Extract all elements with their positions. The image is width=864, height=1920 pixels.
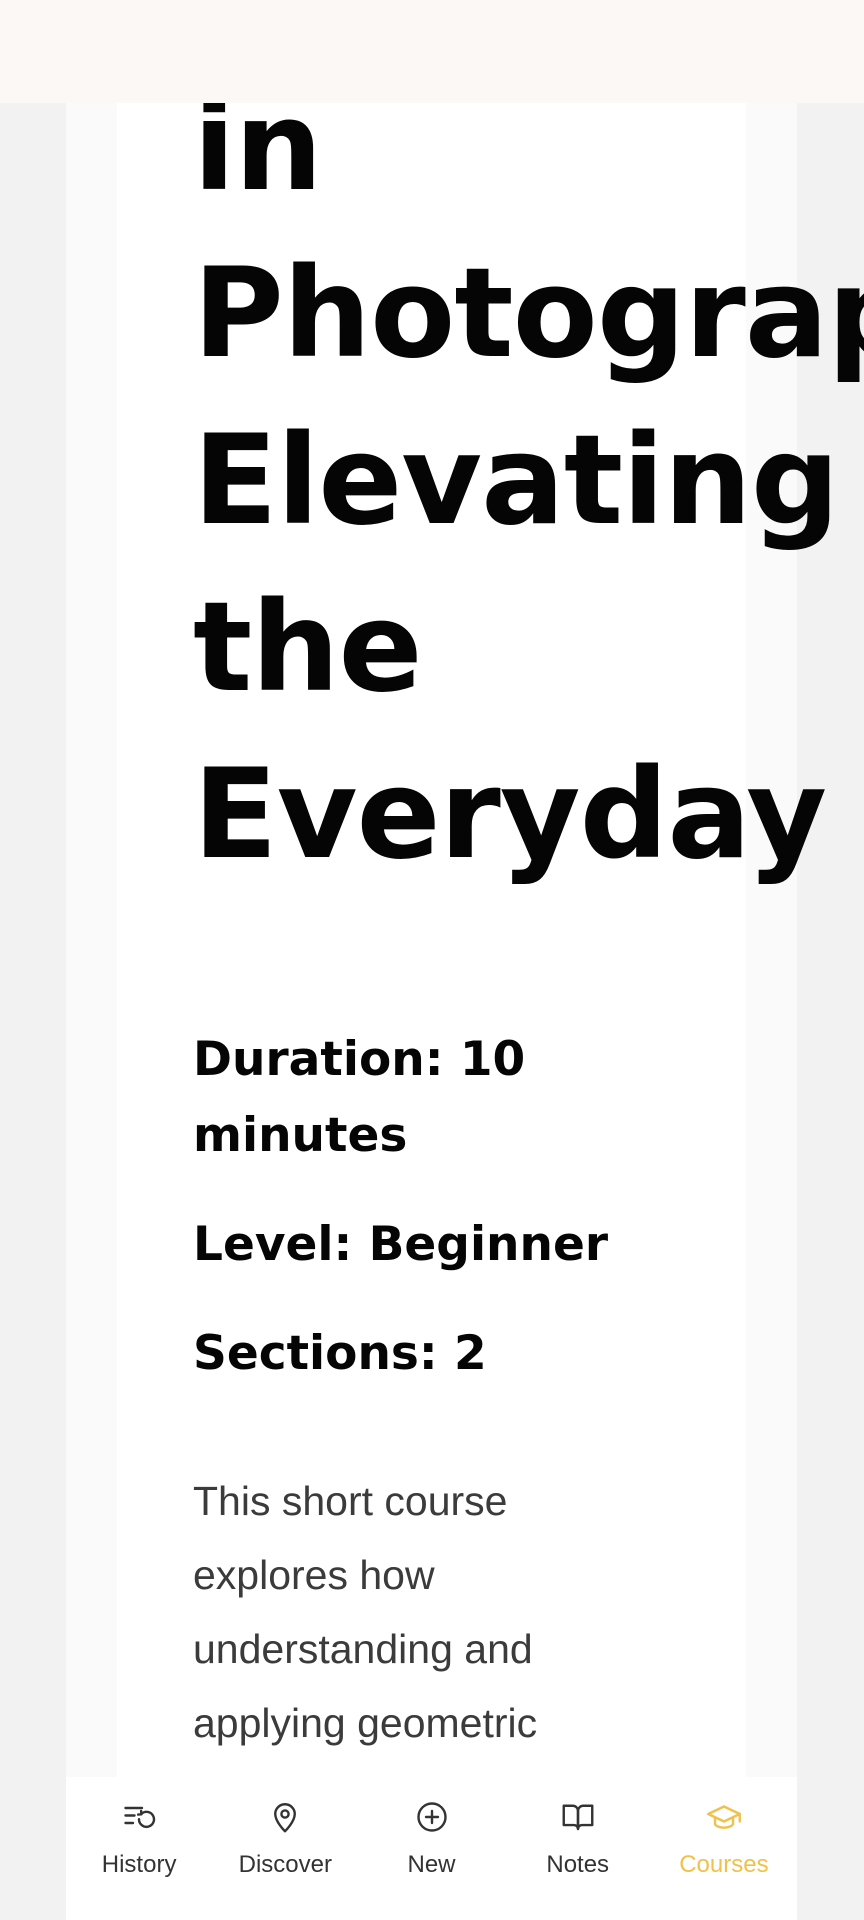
nav-label-notes: Notes <box>546 1851 610 1878</box>
nav-item-notes[interactable]: Notes <box>505 1777 651 1920</box>
graduation-cap-icon <box>706 1805 741 1829</box>
app-screen: in Photography: Elevating the Everyday D… <box>0 0 864 1920</box>
book-icon <box>562 1804 594 1831</box>
plus-circle-icon <box>416 1802 447 1832</box>
nav-item-discover[interactable]: Discover <box>212 1777 358 1920</box>
course-level: Level: Beginner <box>193 1217 609 1272</box>
nav-item-new[interactable]: New <box>358 1777 504 1920</box>
nav-label-discover: Discover <box>238 1851 332 1878</box>
history-icon <box>124 1806 156 1829</box>
course-sections: Sections: 2 <box>193 1326 487 1381</box>
map-pin-icon <box>274 1803 297 1833</box>
course-title: in Photography: Elevating the Everyday <box>193 75 864 887</box>
nav-label-history: History <box>101 1851 177 1878</box>
status-bar <box>0 0 864 103</box>
bottom-navigation: History Discover New Notes Courses <box>66 1777 797 1920</box>
nav-label-courses: Courses <box>679 1851 769 1878</box>
nav-item-courses[interactable]: Courses <box>651 1777 797 1920</box>
course-meta: Duration: 10 minutes Level: Beginner Sec… <box>193 1022 663 1392</box>
nav-label-new: New <box>407 1851 456 1878</box>
course-duration: Duration: 10 minutes <box>193 1032 526 1163</box>
nav-item-history[interactable]: History <box>66 1777 212 1920</box>
course-description: This short course explores how understan… <box>193 1478 538 1746</box>
